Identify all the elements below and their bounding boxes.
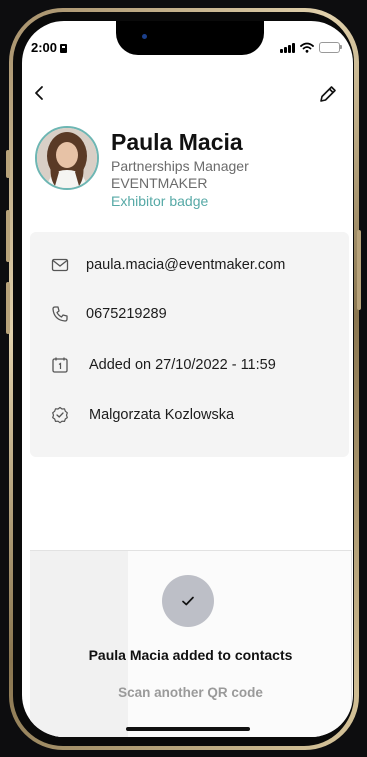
contact-company: EVENTMAKER [111,175,208,191]
contact-role: Partnerships Manager [111,158,249,174]
added-date-text: Added on 27/10/2022 - 11:59 [89,357,276,373]
power-button [357,230,361,310]
status-time: 2:00 [31,40,68,55]
success-message: Paula Macia added to contacts [88,647,293,663]
profile-photo [37,128,97,188]
edit-button[interactable] [317,83,339,105]
avatar [35,126,99,190]
scanned-by-text: Malgorzata Kozlowska [89,407,235,423]
added-date-row: Added on 27/10/2022 - 11:59 [51,356,276,374]
camera-icon [142,34,147,39]
mail-icon [51,258,69,272]
email-row[interactable]: paula.macia@eventmaker.com [51,256,285,274]
notch [116,21,264,55]
email-text: paula.macia@eventmaker.com [86,257,286,273]
sim-icon [60,44,68,53]
phone-screen: 2:00 Paula Macia Partnerships Manager EV… [22,21,353,737]
exhibitor-badge-label: Exhibitor badge [111,193,209,209]
phone-icon [52,306,68,322]
signal-icon [280,42,295,53]
calendar-icon [52,357,68,373]
battery-icon [319,42,342,53]
home-indicator[interactable] [126,727,250,731]
contact-details-card: paula.macia@eventmaker.com 0675219289 Ad… [30,232,349,457]
scan-another-button[interactable]: Scan another QR code [30,685,351,700]
contact-added-sheet: Paula Macia added to contacts Scan anoth… [30,550,352,737]
phone-row[interactable]: 0675219289 [51,305,167,323]
back-button[interactable] [31,82,47,104]
mute-switch [6,150,10,178]
volume-up-button [6,210,10,262]
phone-text: 0675219289 [86,306,167,322]
scanned-by-row: Malgorzata Kozlowska [51,406,234,424]
sheet-shade [30,551,128,737]
status-icons [280,42,342,53]
check-badge-icon [52,406,68,424]
status-time-text: 2:00 [31,40,58,55]
wifi-icon [300,42,314,53]
success-badge [162,575,214,627]
contact-name: Paula Macia [111,129,243,155]
volume-down-button [6,282,10,334]
check-icon [182,596,194,606]
